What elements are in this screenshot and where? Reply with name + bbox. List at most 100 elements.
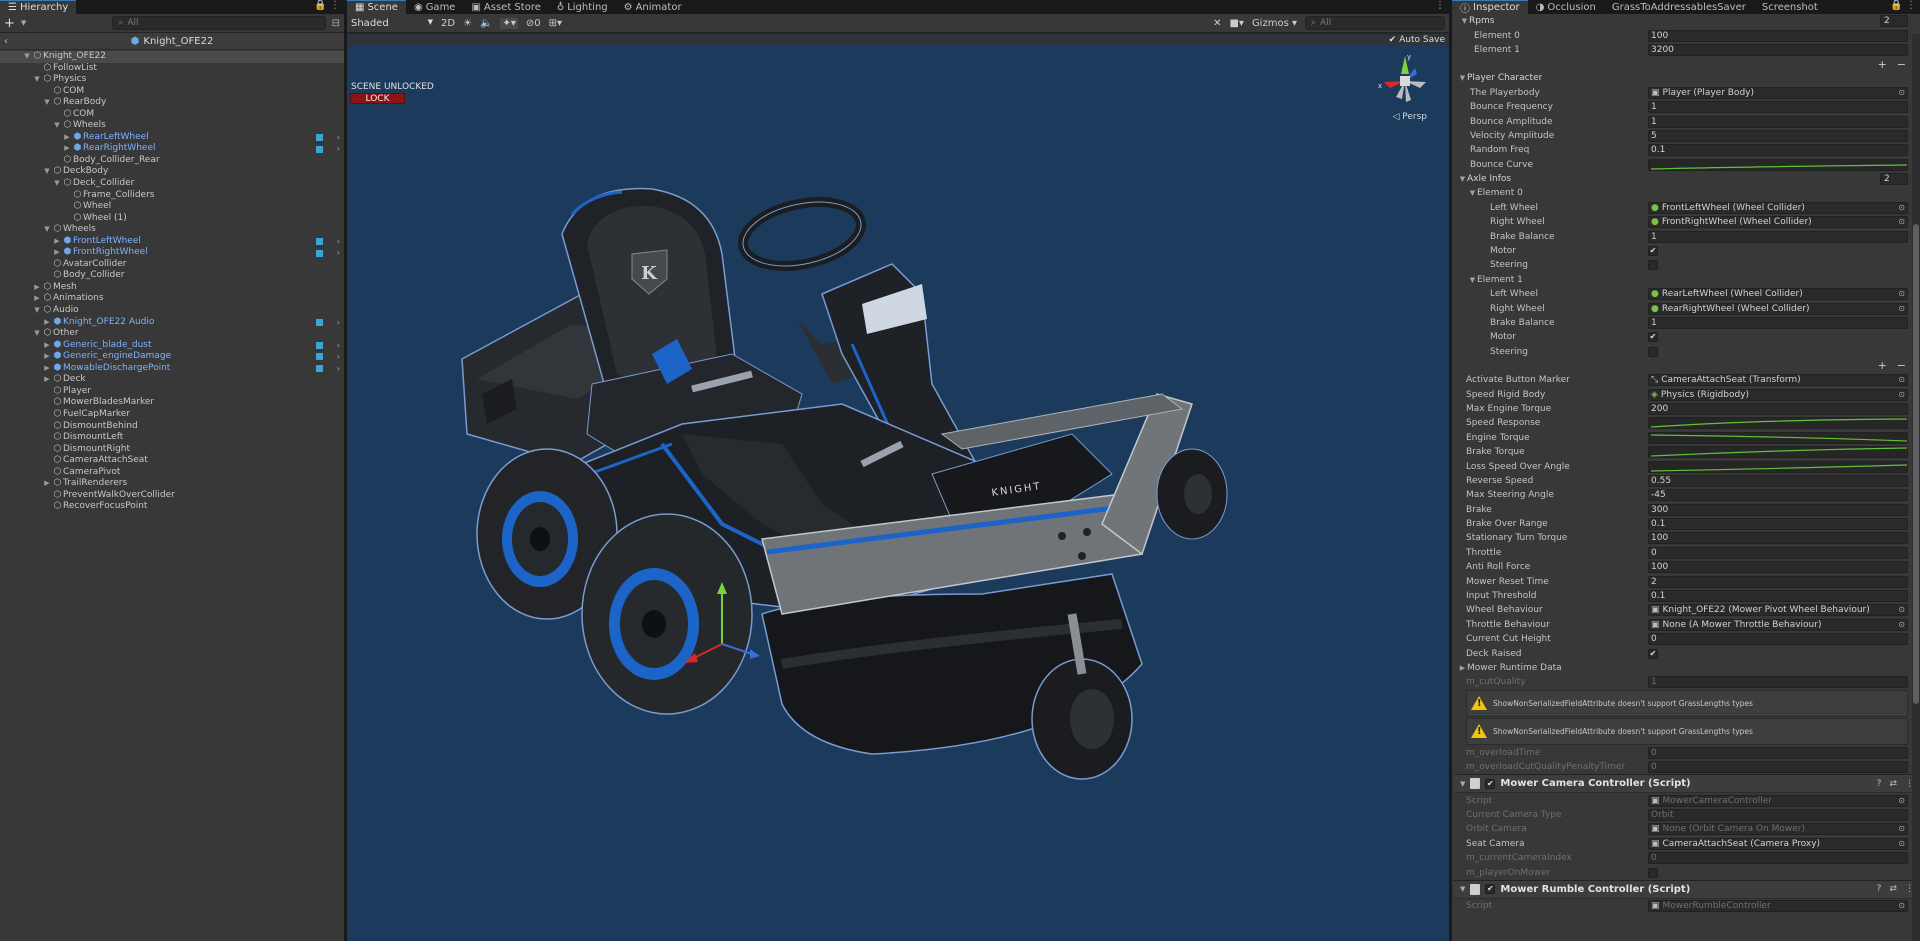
hierarchy-item[interactable]: ▶ ⬢ Knight_OFE22 Audio ›	[0, 317, 344, 329]
value-field[interactable]: 0.1	[1648, 144, 1908, 157]
object-field[interactable]: ◈ Physics (Rigidbody) ⊙	[1648, 388, 1908, 401]
hierarchy-item[interactable]: ⬡ CameraPivot	[0, 467, 344, 479]
hierarchy-item[interactable]: ▶ ⬡ Mesh	[0, 282, 344, 294]
object-picker-icon[interactable]: ⊙	[1898, 88, 1905, 98]
value-field[interactable]: 100	[1648, 532, 1908, 545]
open-prefab-arrow-icon[interactable]: ›	[337, 143, 340, 155]
array-remove-button[interactable]: −	[1897, 58, 1906, 71]
tab-animator[interactable]: ⚙ Animator	[616, 0, 690, 14]
open-prefab-arrow-icon[interactable]: ›	[337, 236, 340, 248]
hierarchy-item[interactable]: ▶ ⬢ FrontRightWheel ›	[0, 247, 344, 259]
property-checkbox[interactable]: ✔	[1648, 246, 1658, 257]
camera-controller-header[interactable]: ▼ ✔ Mower Camera Controller (Script)? ⇄ ⋮	[1454, 774, 1920, 794]
hierarchy-item[interactable]: ⬡ FollowList	[0, 63, 344, 75]
inspector-tab-menu[interactable]: 🔒 ⋮	[1890, 0, 1916, 11]
expand-right-icon[interactable]: ▶	[52, 236, 62, 248]
expand-down-icon[interactable]: ▼	[52, 178, 62, 190]
component-enabled-checkbox[interactable]: ✔	[1485, 884, 1496, 895]
open-prefab-arrow-icon[interactable]: ›	[337, 247, 340, 259]
expand-right-icon[interactable]: ▶	[32, 282, 42, 294]
expand-right-icon[interactable]: ▶	[42, 374, 52, 386]
audio-toggle-icon[interactable]: 🔈	[480, 18, 492, 29]
tab-occlusion[interactable]: ◑ Occlusion	[1528, 0, 1604, 14]
value-field[interactable]: -45	[1648, 489, 1908, 502]
add-button[interactable]: +	[4, 16, 15, 31]
expand-right-icon[interactable]: ▶	[42, 317, 52, 329]
expand-right-icon[interactable]: ▶	[42, 363, 52, 375]
expand-down-icon[interactable]: ▼	[1458, 175, 1467, 183]
property-checkbox[interactable]: ✔	[1648, 332, 1658, 343]
expand-right-icon[interactable]: ▶	[62, 143, 72, 155]
tab-scene[interactable]: ▦ Scene	[347, 0, 406, 14]
shading-mode-dropdown[interactable]: Shaded ▼	[351, 18, 433, 29]
expand-down-icon[interactable]: ▼	[32, 74, 42, 86]
curve-field[interactable]	[1648, 431, 1908, 444]
expand-right-icon[interactable]: ▶	[42, 340, 52, 352]
value-field[interactable]: 100	[1648, 29, 1908, 42]
array-size-field[interactable]: 2	[1880, 15, 1908, 28]
expand-down-icon[interactable]: ▼	[52, 120, 62, 132]
hierarchy-item[interactable]: ▼ ⬡ Deck_Collider	[0, 178, 344, 190]
object-field[interactable]: ● FrontLeftWheel (Wheel Collider) ⊙	[1648, 201, 1908, 214]
orientation-gizmo[interactable]: x y	[1376, 52, 1434, 110]
object-picker-icon[interactable]: ⊙	[1898, 605, 1905, 615]
scene-search-input[interactable]: ⌕ All	[1305, 16, 1445, 30]
prefab-override-icon[interactable]: ›	[315, 351, 340, 363]
hierarchy-item[interactable]: ▶ ⬢ MowableDischargePoint ›	[0, 363, 344, 375]
projection-label[interactable]: ◁ Persp	[1392, 112, 1427, 122]
object-field[interactable]: ● RearRightWheel (Wheel Collider) ⊙	[1648, 302, 1908, 315]
value-field[interactable]: 0.55	[1648, 474, 1908, 487]
open-prefab-arrow-icon[interactable]: ›	[337, 317, 340, 329]
hierarchy-item[interactable]: ⬡ Body_Collider	[0, 270, 344, 282]
lighting-toggle-icon[interactable]: ☀	[463, 18, 472, 29]
hierarchy-item[interactable]: ▼ ⬡ Knight_OFE22	[0, 51, 344, 63]
expand-down-icon[interactable]: ▼	[1458, 74, 1467, 82]
expand-down-icon[interactable]: ▼	[1460, 780, 1465, 788]
hierarchy-item[interactable]: ⬡ COM	[0, 86, 344, 98]
prefab-override-icon[interactable]: ›	[315, 340, 340, 352]
gizmo-center[interactable]	[1400, 76, 1410, 86]
expand-right-icon[interactable]: ▶	[32, 293, 42, 305]
hierarchy-item[interactable]: ▶ ⬢ FrontLeftWheel ›	[0, 236, 344, 248]
object-picker-icon[interactable]: ⊙	[1898, 796, 1905, 806]
value-field[interactable]: 0	[1648, 633, 1908, 646]
property-checkbox[interactable]	[1648, 260, 1658, 271]
tab-lighting[interactable]: ♁ Lighting	[549, 0, 616, 14]
object-field[interactable]: ▣ None (A Mower Throttle Behaviour) ⊙	[1648, 618, 1908, 631]
expand-right-icon[interactable]: ▶	[1458, 664, 1467, 672]
scene-viewport[interactable]: ✔ Auto Save SCENE UNLOCKED LOCK x y ◁ Pe…	[347, 34, 1449, 941]
curve-field[interactable]	[1648, 446, 1908, 459]
curve-field[interactable]	[1648, 417, 1908, 430]
camera-icon[interactable]: ■▾	[1229, 18, 1243, 29]
open-prefab-arrow-icon[interactable]: ›	[337, 351, 340, 363]
tab-asset-store[interactable]: ▣ Asset Store	[463, 0, 548, 14]
value-field[interactable]: 1	[1648, 101, 1908, 114]
tab-inspector[interactable]: ⓘ Inspector	[1452, 0, 1528, 15]
property-checkbox[interactable]	[1648, 867, 1658, 878]
value-field[interactable]: 1	[1648, 115, 1908, 128]
object-picker-icon[interactable]: ⊙	[1898, 839, 1905, 849]
prefab-override-icon[interactable]: ›	[315, 363, 340, 375]
lock-button[interactable]: LOCK	[350, 93, 405, 104]
preset-icon[interactable]: ⇄	[1889, 779, 1897, 789]
open-prefab-arrow-icon[interactable]: ›	[337, 363, 340, 375]
value-field[interactable]: 0	[1648, 546, 1908, 559]
open-prefab-arrow-icon[interactable]: ›	[337, 132, 340, 144]
open-prefab-arrow-icon[interactable]: ›	[337, 340, 340, 352]
hierarchy-item[interactable]: ▼ ⬡ RearBody	[0, 97, 344, 109]
expand-right-icon[interactable]: ▶	[62, 132, 72, 144]
preset-icon[interactable]: ⇄	[1889, 884, 1897, 894]
scene-tab-menu[interactable]: ⋮	[1435, 0, 1445, 11]
hierarchy-item[interactable]: ⬡ Frame_Colliders	[0, 190, 344, 202]
expand-down-icon[interactable]: ▼	[32, 328, 42, 340]
object-picker-icon[interactable]: ⊙	[1898, 375, 1905, 385]
value-field[interactable]: 300	[1648, 503, 1908, 516]
hierarchy-tab-menu[interactable]: 🔒 ⋮	[314, 0, 340, 11]
hierarchy-item[interactable]: ⬡ COM	[0, 109, 344, 121]
scrollbar-thumb[interactable]	[1913, 224, 1919, 704]
tab-game[interactable]: ◉ Game	[406, 0, 464, 14]
value-field[interactable]: 1	[1648, 317, 1908, 329]
hidden-objects-toggle[interactable]: ⊘0	[526, 18, 541, 29]
expand-down-icon[interactable]: ▼	[1468, 189, 1477, 197]
array-remove-button[interactable]: −	[1897, 359, 1906, 372]
